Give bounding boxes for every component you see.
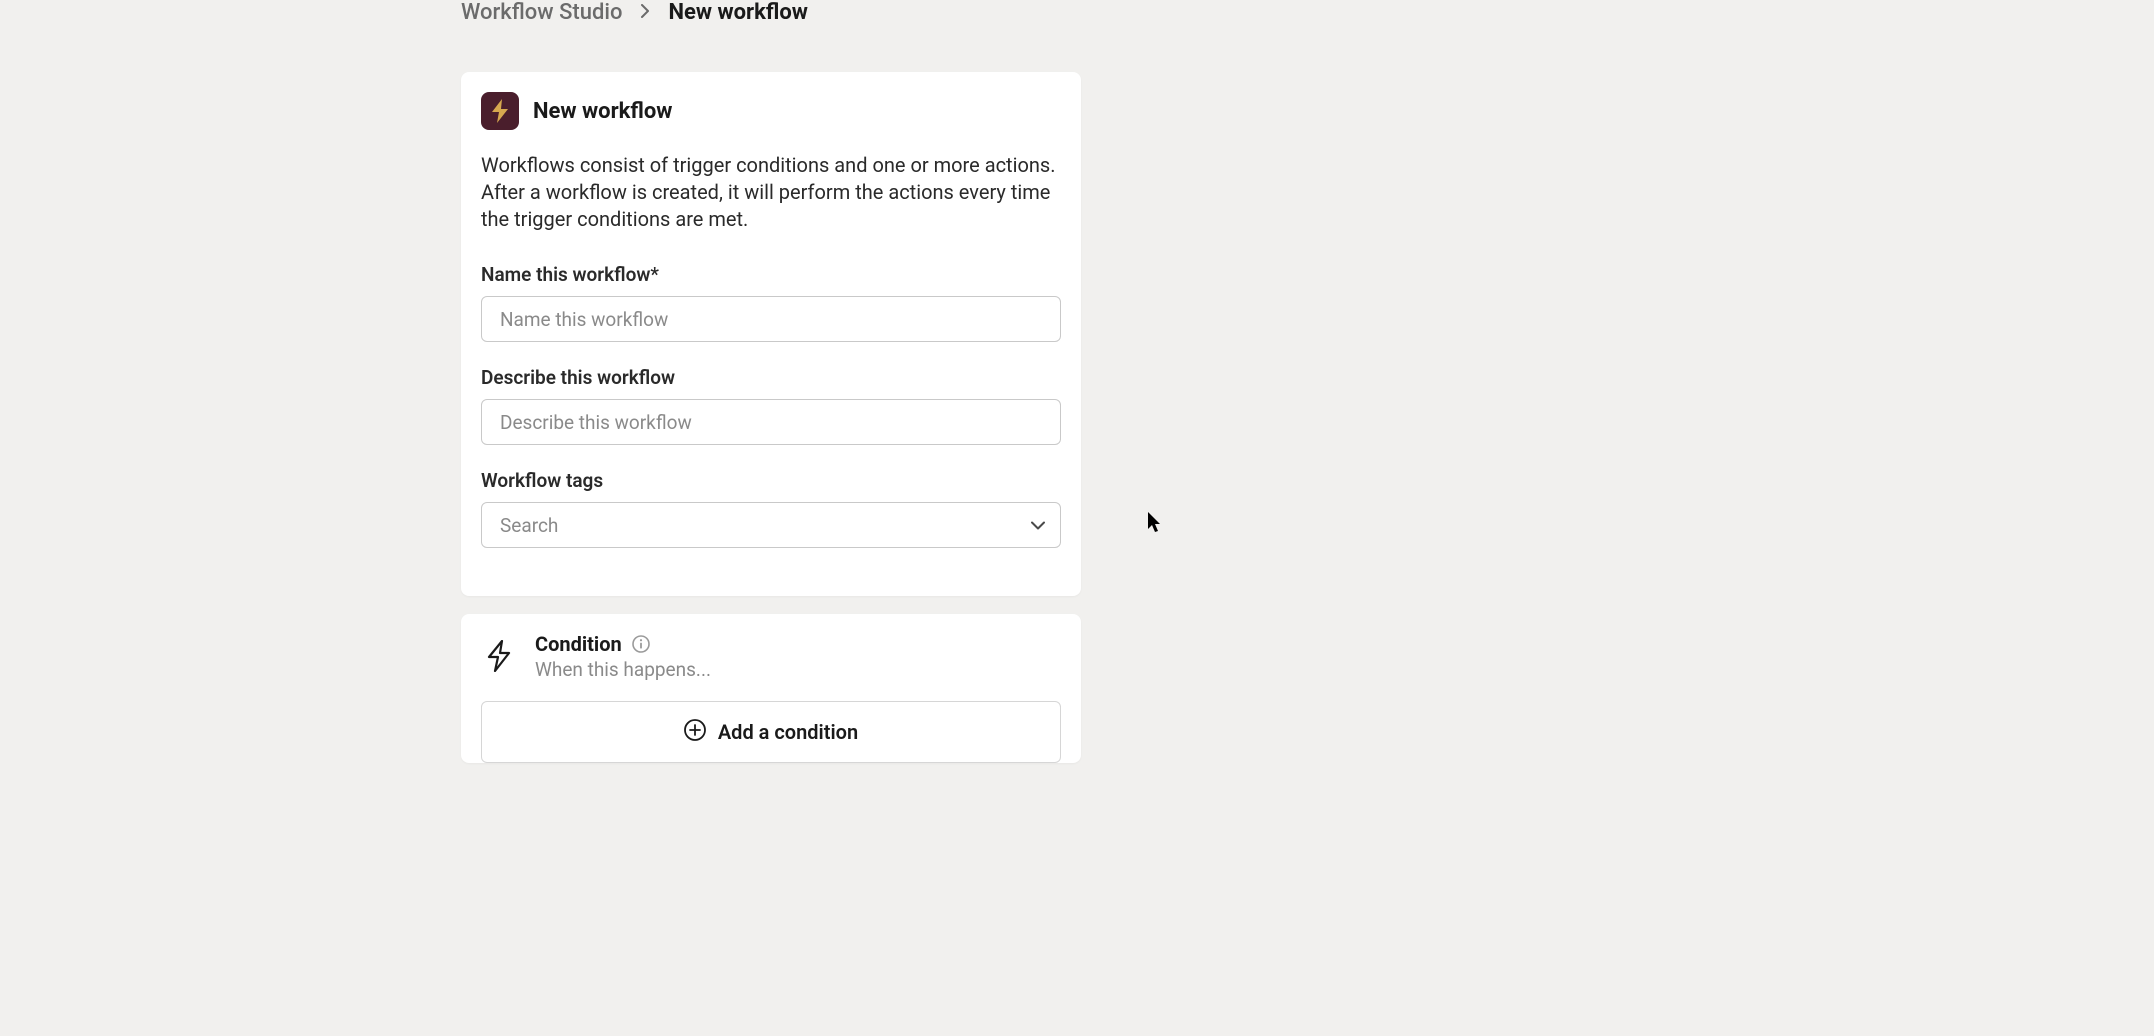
info-icon[interactable] (632, 635, 650, 653)
bolt-outline-icon (481, 638, 517, 674)
breadcrumb-current: New workflow (668, 0, 807, 25)
card-header: New workflow (481, 92, 1061, 130)
field-tags: Workflow tags Search (481, 469, 1061, 548)
tags-label: Workflow tags (481, 469, 1061, 492)
card-description: Workflows consist of trigger conditions … (481, 152, 1061, 233)
breadcrumb: Workflow Studio New workflow (461, 0, 808, 25)
add-condition-label: Add a condition (718, 720, 858, 744)
breadcrumb-parent-link[interactable]: Workflow Studio (461, 0, 622, 25)
mouse-cursor (1148, 512, 1164, 538)
describe-input[interactable] (481, 399, 1061, 445)
condition-title-block: Condition When this happens... (535, 632, 711, 681)
condition-title-row: Condition (535, 632, 711, 656)
condition-subtitle: When this happens... (535, 658, 711, 681)
bolt-icon (481, 92, 519, 130)
condition-title: Condition (535, 632, 622, 656)
name-label: Name this workflow* (481, 263, 1061, 286)
workflow-card: New workflow Workflows consist of trigge… (461, 72, 1081, 596)
tags-placeholder: Search (500, 514, 558, 537)
card-title: New workflow (533, 99, 672, 124)
field-name: Name this workflow* (481, 263, 1061, 342)
tags-select-wrap: Search (481, 502, 1061, 548)
tags-select[interactable]: Search (481, 502, 1061, 548)
condition-card: Condition When this happens... Add a con… (461, 614, 1081, 763)
condition-header: Condition When this happens... (481, 632, 1061, 681)
add-condition-button[interactable]: Add a condition (481, 701, 1061, 763)
plus-circle-icon (684, 719, 706, 745)
field-describe: Describe this workflow (481, 366, 1061, 445)
describe-label: Describe this workflow (481, 366, 1061, 389)
chevron-right-icon (640, 3, 650, 22)
name-input[interactable] (481, 296, 1061, 342)
